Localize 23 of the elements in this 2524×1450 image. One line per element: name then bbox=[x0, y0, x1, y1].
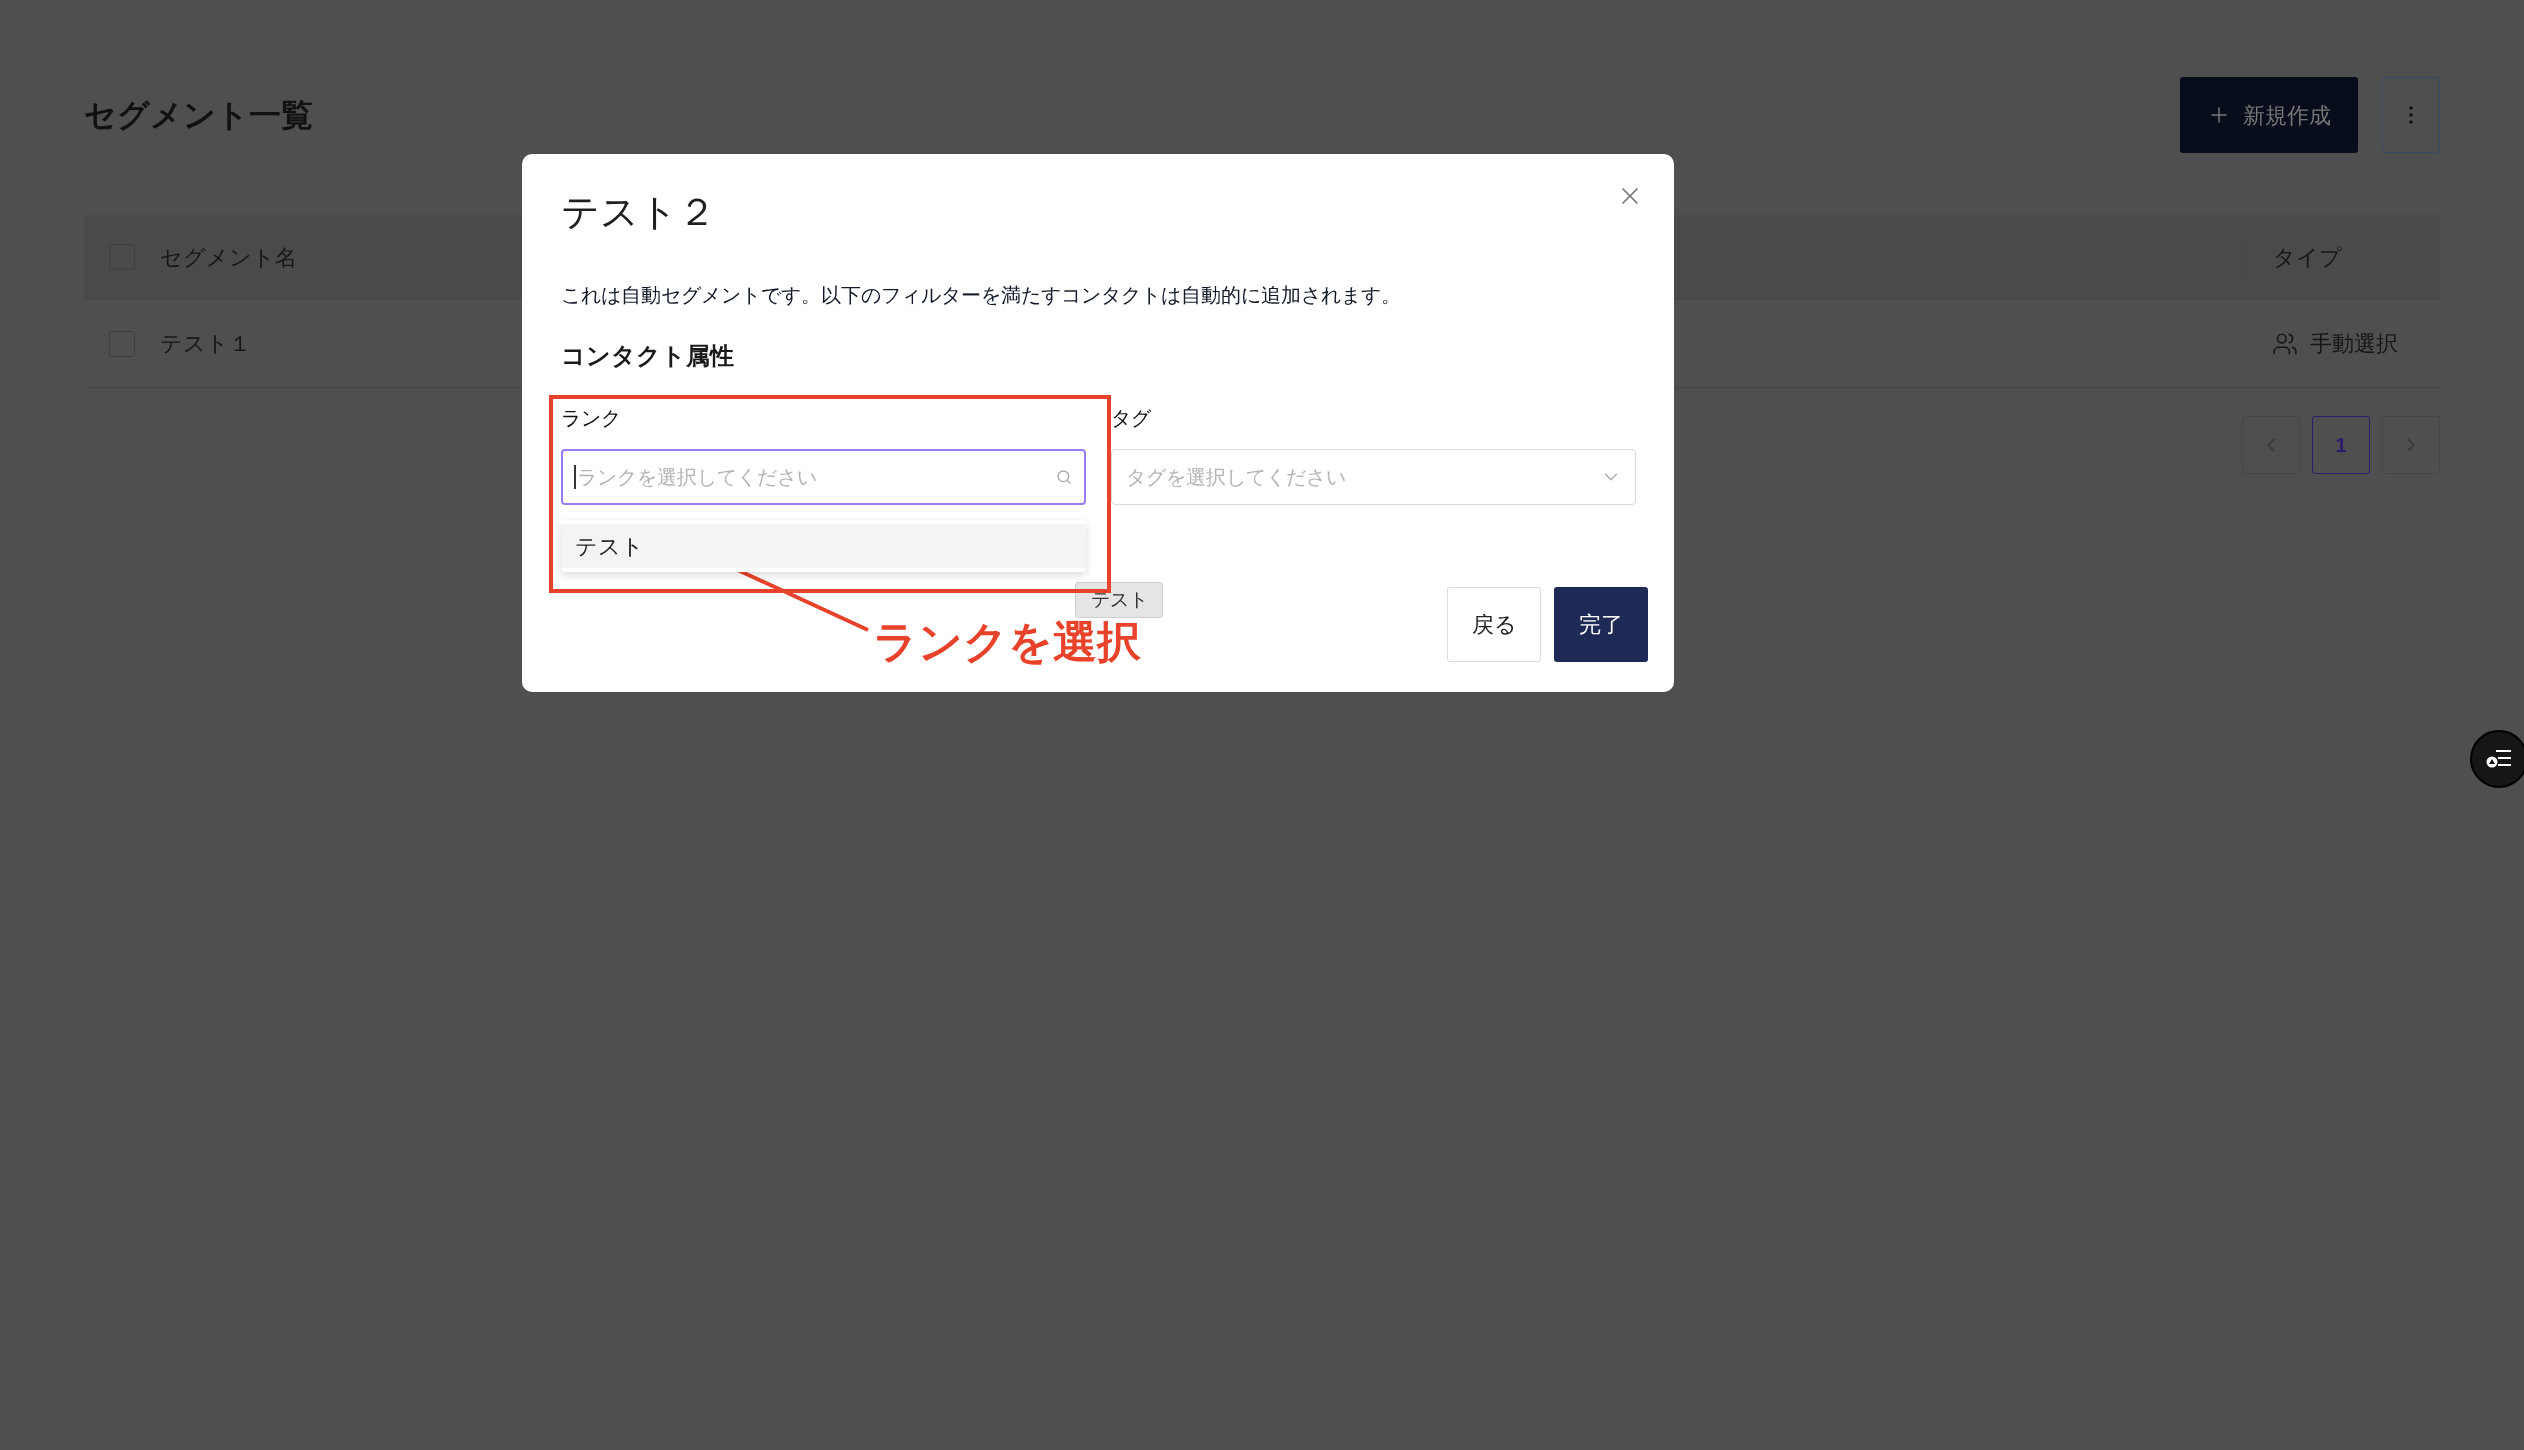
dialog-description: これは自動セグメントです。以下のフィルターを満たすコンタクトは自動的に追加されます。 bbox=[561, 283, 1402, 308]
select-field[interactable]: タグを選択してください bbox=[1111, 449, 1636, 505]
done-button[interactable]: 完了 bbox=[1554, 587, 1648, 662]
page-title: セグメント一覧 bbox=[84, 96, 313, 135]
table-cell: テスト１ bbox=[160, 331, 251, 356]
dropdown-option[interactable]: テスト bbox=[561, 524, 1086, 568]
search-icon bbox=[1056, 469, 1072, 485]
dialog-title: テスト２ bbox=[561, 190, 716, 235]
back-button[interactable]: 戻る bbox=[1447, 587, 1541, 662]
search-field[interactable]: ランクを選択してください bbox=[561, 449, 1086, 505]
more-button[interactable] bbox=[2382, 77, 2440, 153]
field-label: ランク bbox=[561, 406, 622, 431]
annotation-label: ランクを選択 bbox=[873, 616, 1141, 668]
people-icon bbox=[2272, 330, 2298, 357]
field-label: タグ bbox=[1111, 406, 1152, 431]
section-heading: コンタクト属性 bbox=[561, 341, 735, 371]
more-icon bbox=[2409, 106, 2413, 124]
list-icon bbox=[2486, 749, 2512, 769]
text-cursor bbox=[574, 465, 576, 489]
table-cell-text: 手動選択 bbox=[2310, 330, 2398, 358]
new-button[interactable]: 新規作成 bbox=[2180, 77, 2358, 153]
tooltip: テスト bbox=[1075, 582, 1163, 618]
floating-button[interactable] bbox=[2470, 730, 2524, 788]
